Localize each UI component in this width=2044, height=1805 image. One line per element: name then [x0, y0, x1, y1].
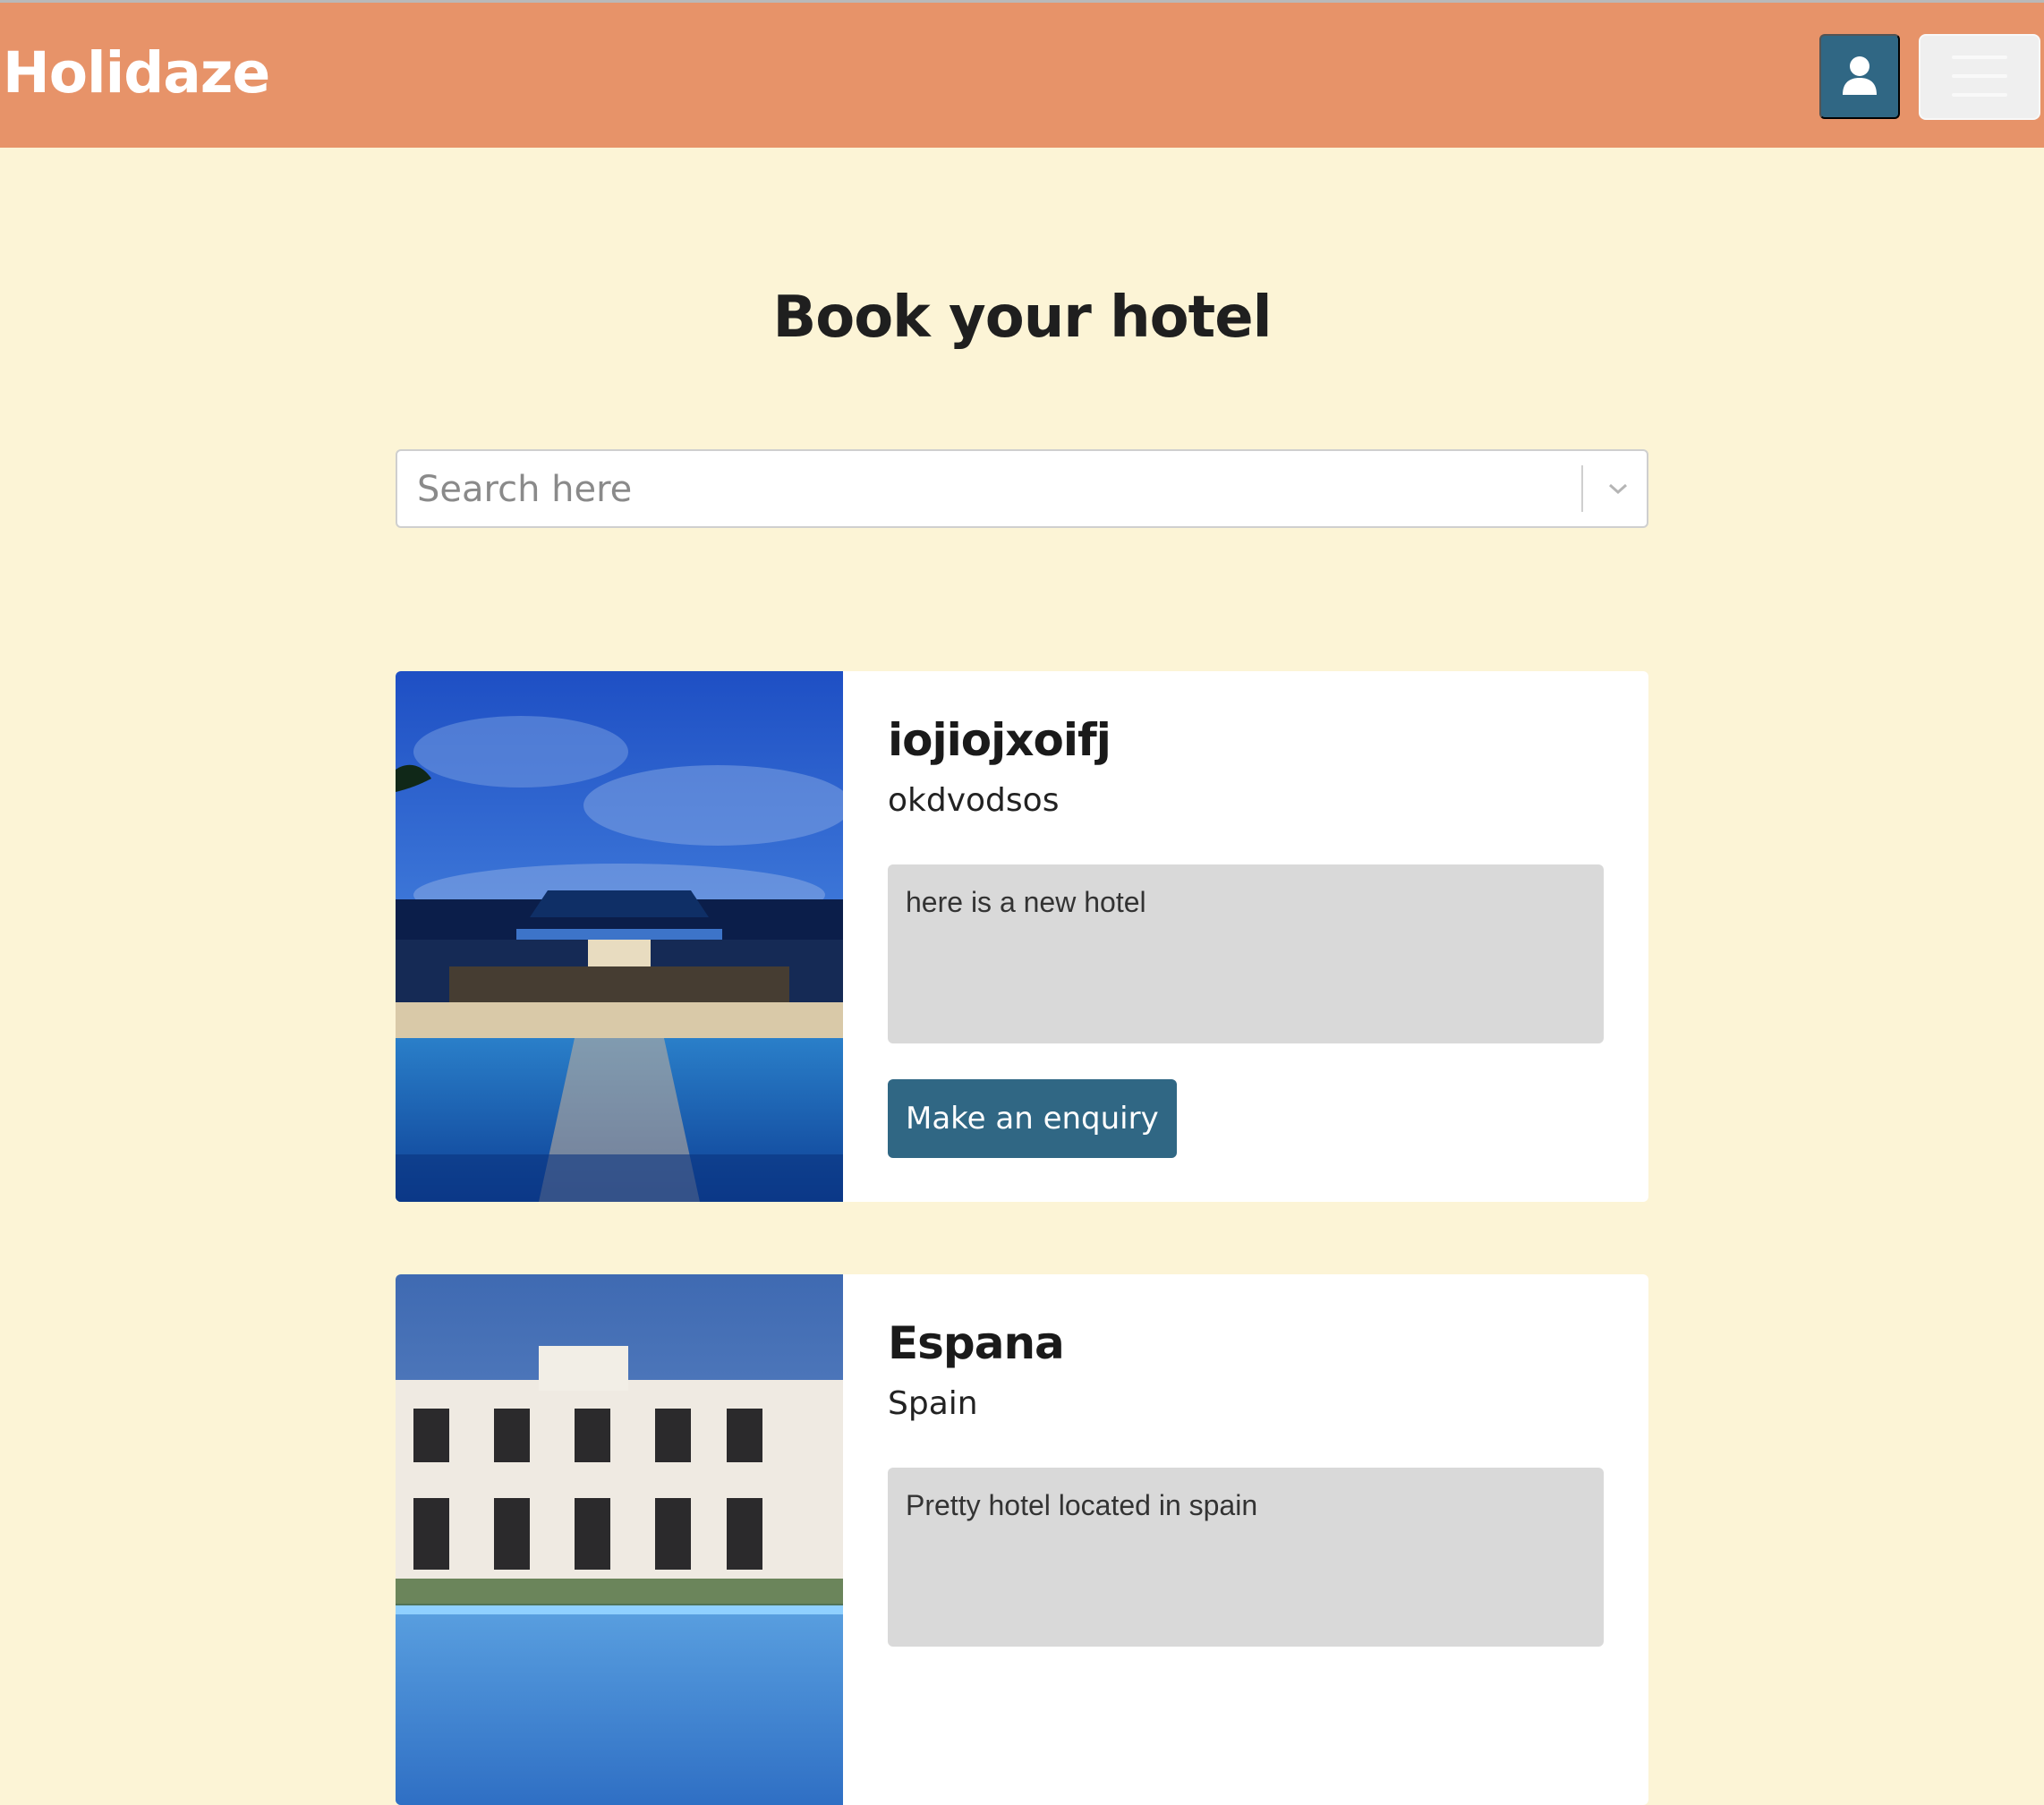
page-title: Book your hotel: [772, 285, 1272, 351]
hotel-search-select[interactable]: [396, 449, 1648, 528]
hotel-name: iojiojxoifj: [888, 714, 1111, 766]
hotel-description: Pretty hotel located in spain: [888, 1468, 1604, 1647]
hotel-image: [396, 1274, 843, 1805]
user-account-button[interactable]: [1819, 34, 1900, 119]
hotel-location: Spain: [888, 1385, 978, 1422]
hamburger-menu-button[interactable]: [1919, 34, 2040, 120]
hotel-description: here is a new hotel: [888, 864, 1604, 1043]
hotel-name: Espana: [888, 1317, 1065, 1369]
search-input[interactable]: [415, 451, 1564, 528]
user-icon: [1842, 55, 1878, 98]
hotel-card: iojiojxoifj okdvodsos here is a new hote…: [396, 671, 1648, 1202]
hotel-location: okdvodsos: [888, 782, 1060, 819]
make-enquiry-button[interactable]: Make an enquiry: [888, 1079, 1177, 1158]
chevron-down-icon[interactable]: [1600, 471, 1636, 507]
hotel-card: Espana Spain Pretty hotel located in spa…: [396, 1274, 1648, 1805]
search-separator: [1581, 465, 1583, 512]
brand-logo[interactable]: Holidaze: [3, 40, 270, 106]
hamburger-menu-icon: [1952, 55, 2007, 100]
navbar: Holidaze: [0, 3, 2044, 148]
hotel-image: [396, 671, 843, 1202]
